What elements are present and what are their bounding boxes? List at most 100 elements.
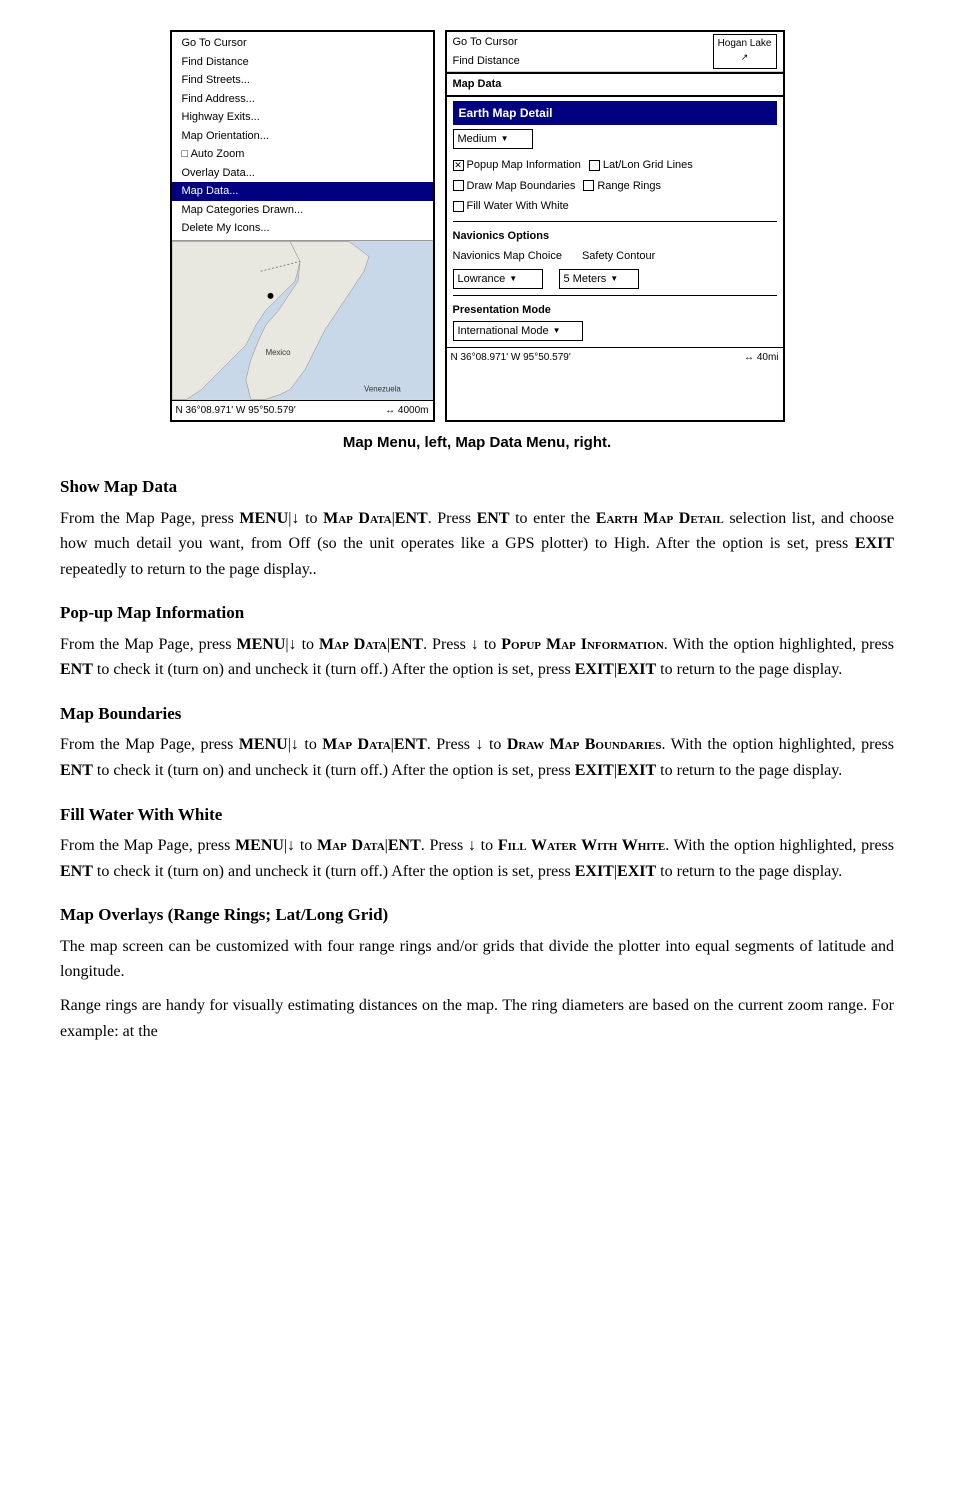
key-down-2: ↓ [289,636,297,653]
menu-find-streets[interactable]: Find Streets... [172,71,433,90]
detail-arrow-icon: ▼ [501,133,509,145]
section-title-map-boundaries: Map Boundaries [60,701,894,727]
key-down-7: ↓ [468,837,476,854]
key-ent-1: ENT [395,510,428,527]
right-coords: N 36°08.971' W 95°50.579' [451,350,571,365]
range-rings-checkbox[interactable] [583,180,594,191]
right-panel: Go To Cursor Find Distance Hogan Lake↗ M… [445,30,785,422]
smallcaps-map-data-3: Map Data [322,736,390,753]
menu-delete-icons[interactable]: Delete My Icons... [172,219,433,238]
menu-find-address[interactable]: Find Address... [172,90,433,109]
fill-water-label: Fill Water With White [467,198,569,215]
lat-lon-checkbox[interactable] [589,160,600,171]
cb-lat-lon[interactable]: Lat/Lon Grid Lines [589,157,693,174]
nav-options-row: Navionics Map Choice Safety Contour [447,246,783,267]
right-zoom: ↔ 40mi [744,350,778,365]
pres-mode-label: Presentation Mode [453,302,777,321]
navionics-divider [453,221,777,222]
menu-map-data[interactable]: Map Data... [172,182,433,201]
cb-range-rings[interactable]: Range Rings [583,178,661,195]
key-exit-6: EXIT [575,863,614,880]
detail-select[interactable]: Medium ▼ [453,129,533,150]
smallcaps-draw-map: Draw Map Boundaries [507,736,662,753]
status-bar-left: N 36°08.971' W 95°50.579' ↔ 4000m [172,400,433,420]
key-ent-5: ENT [394,736,427,753]
nav-choice-value: Lowrance [458,271,506,288]
key-menu-2: MENU [237,636,286,653]
smallcaps-map-data-1: Map Data [323,510,391,527]
screenshot-caption: Map Menu, left, Map Data Menu, right. [60,432,894,455]
nav-choice-select[interactable]: Lowrance ▼ [453,269,543,290]
key-ent-2: ENT [477,510,510,527]
key-menu-3: MENU [239,736,288,753]
key-down-1: ↓ [292,510,300,527]
left-coords: N 36°08.971' W 95°50.579' [176,403,296,418]
key-ent-6: ENT [60,762,93,779]
checkbox-row-2: Draw Map Boundaries Range Rings [447,176,783,197]
page-container: Go To Cursor Find Distance Find Streets.… [0,0,954,1092]
left-zoom: ↔ 4000m [385,403,428,418]
range-rings-label: Range Rings [597,178,661,195]
section-title-show-map-data: Show Map Data [60,474,894,500]
section-body-show-map-data: From the Map Page, press MENU|↓ to Map D… [60,506,894,583]
earth-map-detail-selected[interactable]: Earth Map Detail [453,101,777,125]
detail-select-row: Medium ▼ [447,127,783,152]
key-exit-3: EXIT [617,661,656,678]
safety-contour-label: Safety Contour [582,248,655,265]
map-area-left: Mexico Venezuela [172,240,433,400]
pres-mode-select[interactable]: International Mode ▼ [453,321,583,342]
section-body-map-overlays-1: The map screen can be customized with fo… [60,934,894,985]
menu-overlay-data[interactable]: Overlay Data... [172,164,433,183]
menu-highway-exits[interactable]: Highway Exits... [172,108,433,127]
svg-text:Mexico: Mexico [265,347,291,356]
menu-items: Go To Cursor Find Distance Find Streets.… [172,32,433,240]
safety-select[interactable]: 5 Meters ▼ [559,269,639,290]
draw-map-checkbox[interactable] [453,180,464,191]
checkbox-row-1: Popup Map Information Lat/Lon Grid Lines [447,155,783,176]
smallcaps-popup: Popup Map Information [501,636,663,653]
section-body-map-overlays-2: Range rings are handy for visually estim… [60,993,894,1044]
cb-fill-water[interactable]: Fill Water With White [453,198,569,215]
key-ent-8: ENT [60,863,93,880]
key-menu-4: MENU [235,837,284,854]
key-down-4: ↓ [291,736,299,753]
section-body-popup: From the Map Page, press MENU|↓ to Map D… [60,632,894,683]
key-ent-7: ENT [388,837,421,854]
key-ent-4: ENT [60,661,93,678]
smallcaps-map-data-4: Map Data [317,837,385,854]
smallcaps-earth-map: Earth Map Detail [596,510,724,527]
svg-text:Venezuela: Venezuela [364,384,401,393]
pres-mode-section: Presentation Mode International Mode ▼ [447,300,783,343]
menu-auto-zoom[interactable]: □ Auto Zoom [172,145,433,164]
key-exit-2: EXIT [575,661,614,678]
detail-value: Medium [458,131,497,148]
draw-map-label: Draw Map Boundaries [467,178,576,195]
fill-water-checkbox[interactable] [453,201,464,212]
menu-map-orientation[interactable]: Map Orientation... [172,127,433,146]
popup-map-checkbox[interactable] [453,160,464,171]
menu-map-categories[interactable]: Map Categories Drawn... [172,201,433,220]
smallcaps-map-data-2: Map Data [319,636,387,653]
hogan-lake-label: Hogan Lake↗ [713,34,777,69]
cb-draw-map[interactable]: Draw Map Boundaries [453,178,576,195]
cb-popup-map[interactable]: Popup Map Information [453,157,581,174]
menu-find-distance[interactable]: Find Distance [172,53,433,72]
safety-value: 5 Meters [564,271,607,288]
key-down-6: ↓ [287,837,295,854]
key-menu-1: MENU [239,510,288,527]
lat-lon-label: Lat/Lon Grid Lines [603,157,693,174]
left-panel: Go To Cursor Find Distance Find Streets.… [170,30,435,422]
key-down-3: ↓ [471,636,479,653]
pres-divider [453,295,777,296]
section-body-map-boundaries: From the Map Page, press MENU|↓ to Map D… [60,732,894,783]
right-top-bar: Go To Cursor Find Distance Hogan Lake↗ [447,32,783,72]
smallcaps-fill-water: Fill Water With White [498,837,665,854]
menu-go-to-cursor[interactable]: Go To Cursor [172,34,433,53]
pres-mode-arrow-icon: ▼ [553,325,561,337]
navionics-options-label: Navionics Options [447,226,783,247]
key-exit-7: EXIT [617,863,656,880]
popup-map-label: Popup Map Information [467,157,581,174]
safety-arrow-icon: ▼ [610,273,618,285]
nav-choice-arrow-icon: ▼ [509,273,517,285]
key-down-5: ↓ [475,736,483,753]
